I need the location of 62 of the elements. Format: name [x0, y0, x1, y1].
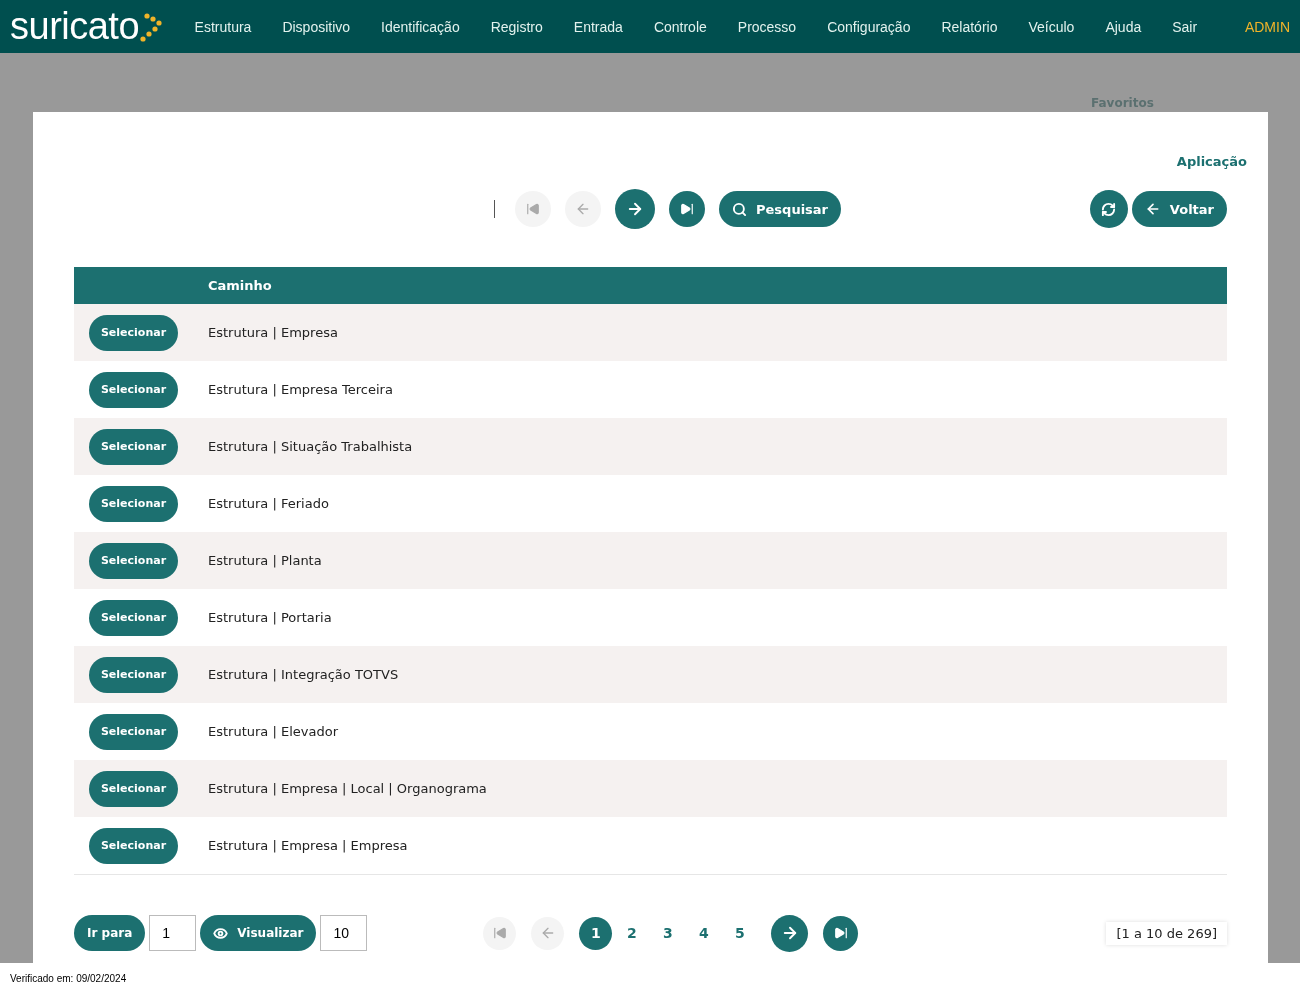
logo-text: suricato [10, 5, 140, 48]
table-cell: Estrutura | Elevador [208, 724, 338, 739]
menu-item[interactable]: Dispositivo [266, 18, 366, 35]
arrow-right-icon [626, 200, 644, 218]
page-button[interactable]: 1 [579, 916, 613, 950]
menu-item[interactable]: Processo [722, 18, 812, 35]
page-button[interactable]: 3 [651, 916, 685, 950]
page-button[interactable]: 5 [723, 916, 757, 950]
eye-icon [213, 925, 229, 941]
search-icon [732, 201, 747, 217]
refresh-icon [1101, 201, 1117, 217]
user-name[interactable]: ADMIN [1244, 18, 1290, 35]
select-button[interactable]: Selecionar [89, 485, 178, 522]
menu-item[interactable]: Estrutura [179, 18, 267, 35]
last-page-button[interactable] [823, 915, 859, 951]
skip-forward-icon [833, 926, 848, 940]
table-cell: Estrutura | Empresa [208, 325, 338, 340]
next-button[interactable] [771, 914, 809, 952]
table-cell: Estrutura | Situação Trabalhista [208, 439, 413, 454]
menu-item[interactable]: Relatório [925, 18, 1013, 35]
table-cell: Estrutura | Feriado [208, 496, 329, 511]
verified-date: Verificado em: 09/02/2024 [10, 972, 127, 984]
table-cell: Estrutura | Empresa | Local | Organograma [208, 781, 487, 796]
menu-item[interactable]: Registro [475, 18, 559, 35]
menu-item[interactable]: Ajuda [1089, 18, 1157, 35]
menu-item[interactable]: Identificação [365, 18, 476, 35]
go-to-button[interactable]: Ir para [74, 915, 146, 951]
menu-item[interactable]: Sair [1156, 18, 1213, 35]
table-cell: Estrutura | Portaria [208, 610, 332, 625]
page-button[interactable]: 2 [615, 916, 649, 950]
table-cell: Estrutura | Planta [208, 553, 322, 568]
select-button[interactable]: Selecionar [89, 371, 178, 408]
search-button[interactable]: Pesquisar [719, 191, 842, 227]
refresh-button[interactable] [1089, 190, 1128, 228]
page-button[interactable]: 4 [687, 916, 721, 950]
next-button[interactable] [615, 189, 655, 229]
back-button[interactable]: Voltar [1131, 191, 1227, 227]
select-button[interactable]: Selecionar [89, 827, 178, 864]
menu-item[interactable]: Entrada [558, 18, 639, 35]
select-button[interactable]: Selecionar [89, 314, 178, 351]
menu-item[interactable]: Veículo [1012, 18, 1090, 35]
menu-item[interactable]: Configuração [811, 18, 926, 35]
record-range: [1 a 10 de 269] [1106, 921, 1227, 945]
page-input[interactable]: 1 [149, 915, 197, 951]
skip-back-icon [526, 202, 540, 216]
skip-back-icon [492, 926, 507, 940]
select-button[interactable]: Selecionar [89, 713, 178, 750]
column-header: Caminho [208, 278, 272, 293]
select-button[interactable]: Selecionar [89, 599, 178, 636]
select-button[interactable]: Selecionar [89, 656, 178, 693]
last-page-button[interactable] [669, 191, 705, 227]
page-size-input[interactable]: 10 [320, 915, 368, 951]
page-title: Aplicação [1176, 154, 1247, 169]
select-button[interactable]: Selecionar [89, 542, 178, 579]
skip-forward-icon [680, 202, 694, 216]
table-cell: Estrutura | Integração TOTVS [208, 667, 399, 682]
select-button[interactable]: Selecionar [89, 770, 178, 807]
view-button[interactable]: Visualizar [200, 915, 317, 951]
table-cell: Estrutura | Empresa Terceira [208, 382, 393, 397]
select-button[interactable]: Selecionar [89, 428, 178, 465]
table-cell: Estrutura | Empresa | Empresa [208, 838, 408, 853]
menu-item[interactable]: Controle [638, 18, 723, 35]
